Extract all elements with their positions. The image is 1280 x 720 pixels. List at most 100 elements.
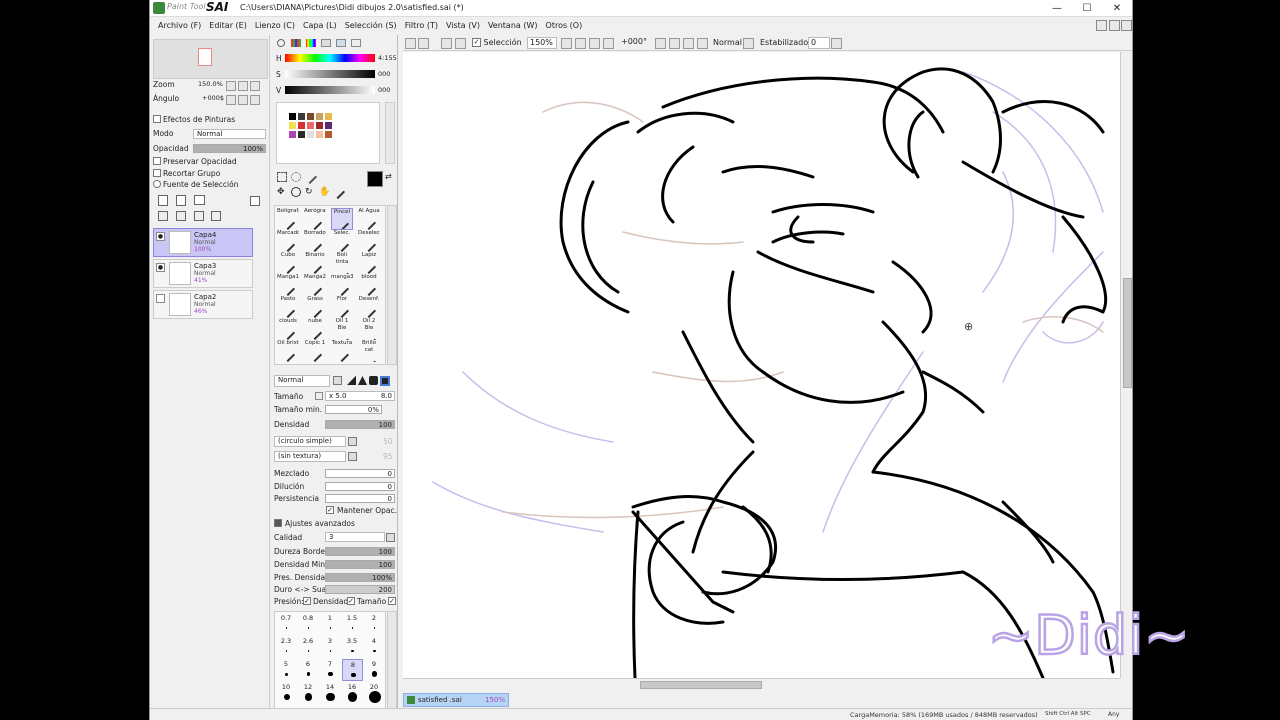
rect-select-icon[interactable] xyxy=(277,172,287,182)
rotate-reset-icon[interactable] xyxy=(250,95,260,105)
brush-size-preset[interactable]: 7 xyxy=(320,659,341,681)
brush-tool[interactable]: Desenf. xyxy=(358,296,380,318)
rgb-slider-icon[interactable] xyxy=(291,39,301,47)
brush-size-preset[interactable]: 4 xyxy=(364,636,385,658)
color-swatch[interactable] xyxy=(307,113,314,120)
brush-tool[interactable]: Bolígraf. xyxy=(277,208,299,230)
doc-maximize-icon[interactable] xyxy=(1109,20,1120,31)
layer-visibility-icon[interactable] xyxy=(156,294,165,303)
color-swatch[interactable] xyxy=(307,131,314,138)
brush-size-preset[interactable]: 5 xyxy=(276,659,297,681)
brush-tool[interactable]: Oil brist xyxy=(277,340,299,362)
swatch-scrollbar[interactable] xyxy=(385,102,395,164)
brush-tool[interactable]: clouds xyxy=(277,318,299,340)
brush-tool[interactable]: Al Agua xyxy=(358,208,380,230)
stabilizer-dropdown-icon[interactable] xyxy=(831,38,842,49)
brush-size-preset[interactable]: 9 xyxy=(364,659,385,681)
doc-close-icon[interactable] xyxy=(1121,20,1132,31)
zoom-plus-icon[interactable] xyxy=(575,38,586,49)
brush-tool[interactable]: Pasto xyxy=(277,296,299,318)
edge-hardness-slider[interactable]: 100 xyxy=(325,547,395,556)
color-swatch[interactable] xyxy=(298,131,305,138)
color-swatch[interactable] xyxy=(316,122,323,129)
min-density-slider[interactable]: 100 xyxy=(325,560,395,569)
blend-slider[interactable]: 0 xyxy=(325,469,395,478)
canvas-horizontal-scrollbar[interactable] xyxy=(403,678,1120,691)
brush-tool[interactable]: Binario xyxy=(304,252,326,274)
brush-tool[interactable]: Brillo cat xyxy=(358,340,380,362)
new-linework-layer-icon[interactable] xyxy=(176,195,186,206)
transfer-down-icon[interactable] xyxy=(158,211,168,221)
brush-tool[interactable]: Selec. xyxy=(331,230,353,252)
color-wheel-icon[interactable] xyxy=(277,39,285,47)
new-layer-icon[interactable] xyxy=(158,195,168,206)
saturation-slider[interactable] xyxy=(285,70,375,78)
hsv-slider-icon[interactable] xyxy=(306,39,316,47)
brush-size-preset[interactable]: 2.6 xyxy=(298,636,319,658)
menu-seleccion[interactable]: Selección (S) xyxy=(341,18,401,34)
brush-size-preset[interactable]: 1 xyxy=(320,613,341,635)
brush-shape-square-icon[interactable] xyxy=(380,376,390,386)
brush-tool[interactable]: Marcador xyxy=(277,230,299,252)
brush-tool[interactable]: Copic 1 xyxy=(304,340,326,362)
navigator-preview[interactable] xyxy=(153,39,268,79)
brush-tool[interactable]: nube xyxy=(304,318,326,340)
persistence-slider[interactable]: 0 xyxy=(325,494,395,503)
brush-size-preset[interactable]: 20 xyxy=(364,682,385,704)
pressure-density-checkbox[interactable]: ✓ xyxy=(303,597,311,605)
rotate-left-icon[interactable] xyxy=(226,95,236,105)
zoom-select[interactable]: 150% xyxy=(527,37,557,49)
brush-tool[interactable]: Grass xyxy=(304,296,326,318)
primary-color-swatch[interactable] xyxy=(367,171,383,187)
brush-size-preset[interactable]: 3.5 xyxy=(342,636,363,658)
menu-editar[interactable]: Editar (E) xyxy=(205,18,251,34)
menu-lienzo[interactable]: Lienzo (C) xyxy=(251,18,299,34)
magic-wand-icon[interactable] xyxy=(302,169,318,185)
clear-layer-icon[interactable] xyxy=(194,211,204,221)
flip-icon[interactable] xyxy=(697,38,708,49)
size-multiplier-icon[interactable] xyxy=(315,392,323,400)
brush-tool[interactable]: Manga1 xyxy=(277,274,299,296)
brush-size-preset[interactable]: 2 xyxy=(364,613,385,635)
selection-source-checkbox[interactable] xyxy=(153,180,161,188)
pressure-size-checkbox[interactable]: ✓ xyxy=(347,597,355,605)
layer-item[interactable]: Capa2 Normal 46% xyxy=(153,290,253,319)
color-swatch[interactable] xyxy=(289,131,296,138)
minimize-button[interactable]: — xyxy=(1042,0,1072,17)
layer-visibility-icon[interactable]: ● xyxy=(156,263,165,272)
min-size-slider[interactable]: 0% xyxy=(325,405,382,414)
brush-tool[interactable]: Lapiz xyxy=(358,252,380,274)
density-slider[interactable]: 100 xyxy=(325,420,395,429)
brush-tool[interactable]: Manga2 xyxy=(304,274,326,296)
advanced-toggle-icon[interactable] xyxy=(274,519,282,527)
brush-size-preset[interactable]: 16 xyxy=(342,682,363,704)
rotate-ccw-icon[interactable] xyxy=(655,38,666,49)
color-swatch[interactable] xyxy=(325,122,332,129)
brush-tool[interactable]: Pincel xyxy=(331,208,353,230)
color-swatch[interactable] xyxy=(298,113,305,120)
dilution-slider[interactable]: 0 xyxy=(325,482,395,491)
size-slider[interactable]: x 5.0 8.0 xyxy=(325,391,395,401)
zoom-reset-icon[interactable] xyxy=(250,81,260,91)
stabilizer-select[interactable]: 0 xyxy=(808,37,830,49)
preserve-opacity-checkbox[interactable] xyxy=(153,157,161,165)
swatch-icon[interactable] xyxy=(336,39,346,47)
zoom-in-icon[interactable] xyxy=(238,81,248,91)
brush-tool[interactable]: Flor xyxy=(331,296,353,318)
menu-filtro[interactable]: Filtro (T) xyxy=(401,18,442,34)
menu-otros[interactable]: Otros (O) xyxy=(542,18,587,34)
color-swatch[interactable] xyxy=(307,122,314,129)
clip-group-checkbox[interactable] xyxy=(153,169,161,177)
pressure-density-slider[interactable]: 100% xyxy=(325,573,395,582)
document-tab[interactable]: satisfied .sai 150% xyxy=(403,693,509,707)
scratchpad-icon[interactable] xyxy=(351,39,361,47)
canvas-vertical-scrollbar[interactable] xyxy=(1120,52,1132,678)
brush-size-preset[interactable]: 2.3 xyxy=(276,636,297,658)
brush-tool[interactable]: manga3 xyxy=(331,274,353,296)
menu-ventana[interactable]: Ventana (W) xyxy=(484,18,542,34)
brush-tool[interactable]: Oil 2 Ble xyxy=(358,318,380,340)
quality-select[interactable]: 3 xyxy=(325,532,385,542)
doc-restore-icon[interactable] xyxy=(1096,20,1107,31)
brush-tool[interactable]: Boli tinta xyxy=(331,252,353,274)
selection-checkbox[interactable]: ✓ xyxy=(472,38,481,47)
